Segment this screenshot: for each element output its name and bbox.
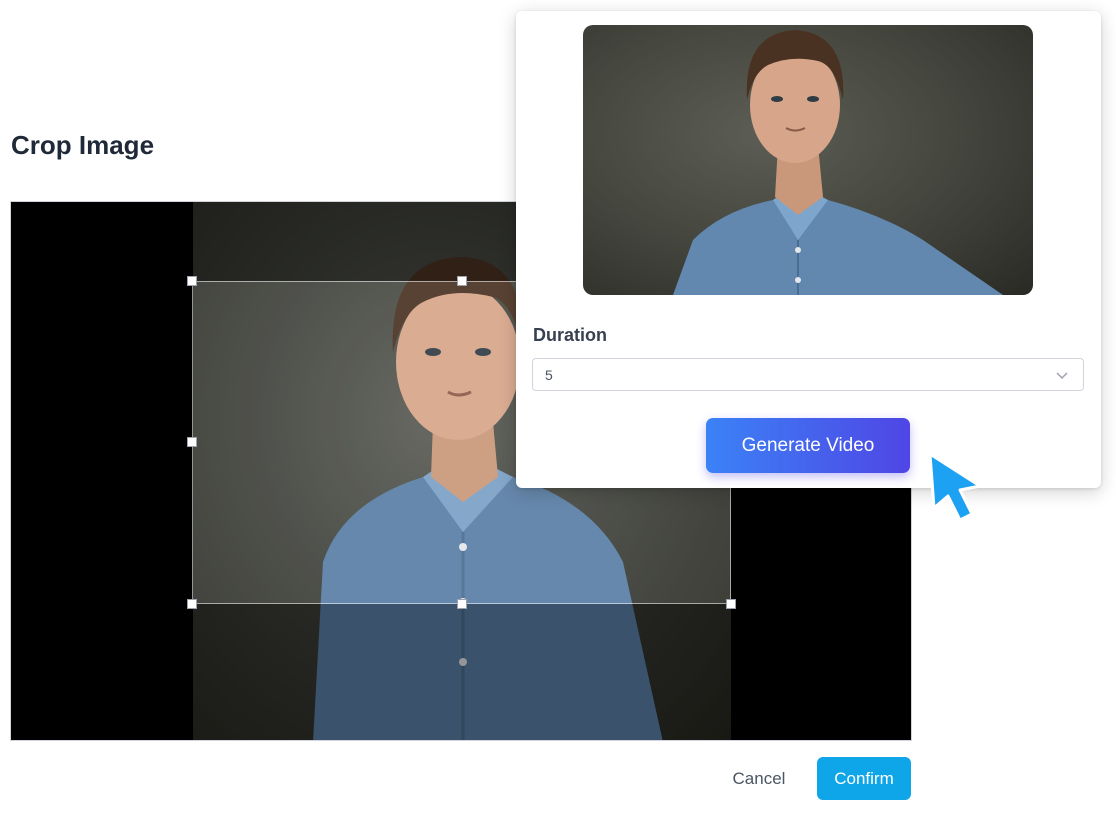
mouse-pointer-icon [928,452,982,522]
duration-select[interactable]: 5 [532,358,1084,391]
crop-handle-bottom-left[interactable] [187,599,197,609]
video-settings-panel: Duration 5 Generate Video [516,11,1101,488]
crop-handle-top-center[interactable] [457,276,467,286]
duration-label: Duration [533,325,607,345]
crop-handle-bottom-center[interactable] [457,599,467,609]
page: Crop Image Cancel Confirm Duration 5 Gen… [0,0,1116,820]
chevron-down-icon [1056,372,1068,380]
crop-dialog-title: Crop Image [11,130,155,160]
generate-video-button[interactable]: Generate Video [706,418,910,473]
preview-portrait [673,30,1003,295]
confirm-button[interactable]: Confirm [817,757,911,800]
image-preview [583,25,1033,295]
cancel-button[interactable]: Cancel [712,757,806,800]
crop-handle-top-left[interactable] [187,276,197,286]
duration-value: 5 [545,366,553,383]
crop-handle-middle-left[interactable] [187,437,197,447]
crop-handle-bottom-right[interactable] [726,599,736,609]
